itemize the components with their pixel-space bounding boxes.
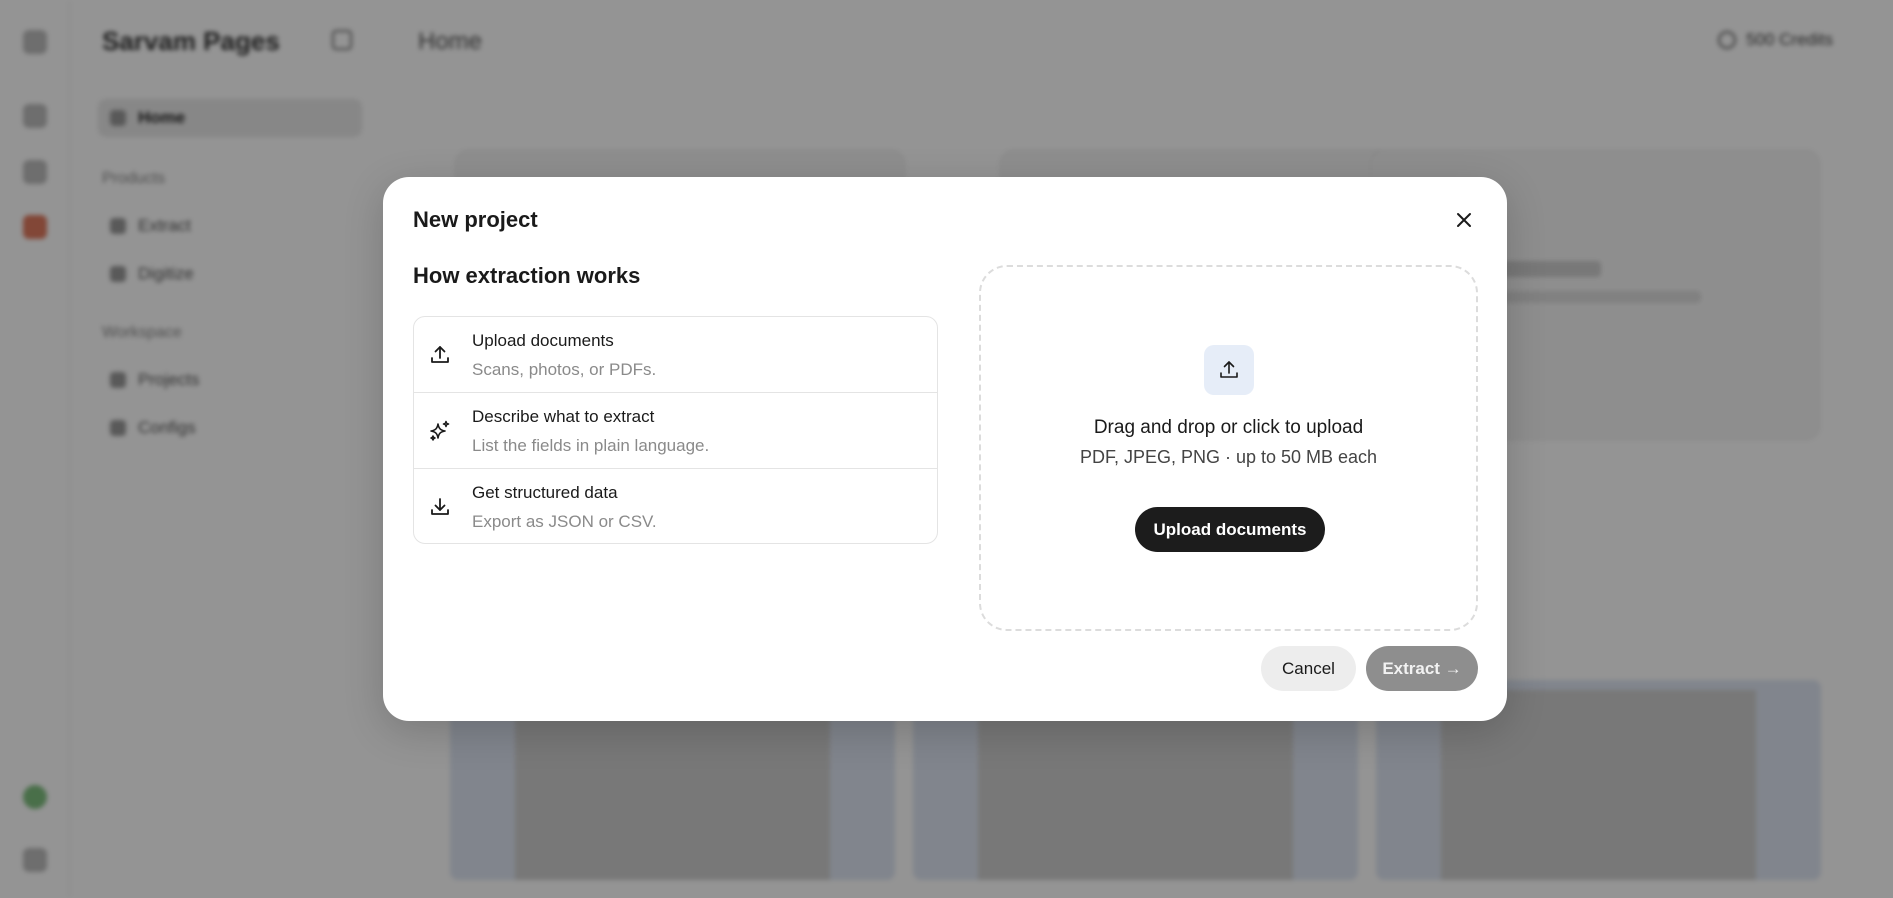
upload-icon	[1220, 361, 1238, 378]
steps-list: Upload documents Scans, photos, or PDFs.…	[413, 316, 938, 544]
step-title: Get structured data	[472, 483, 618, 502]
dropzone-icon-tile	[1204, 345, 1254, 395]
how-it-works-title: How extraction works	[413, 263, 641, 288]
dialog-title: New project	[413, 207, 538, 232]
step-describe: Describe what to extract List the fields…	[414, 393, 937, 469]
extract-button[interactable]: Extract →	[1366, 646, 1478, 691]
step-title: Upload documents	[472, 331, 614, 350]
dropzone-subtitle: PDF, JPEG, PNG · up to 50 MB each	[1079, 447, 1378, 467]
close-icon	[1457, 213, 1471, 227]
dropzone-title: Drag and drop or click to upload	[1093, 417, 1364, 438]
step-export: Get structured data Export as JSON or CS…	[414, 469, 937, 543]
step-description: List the fields in plain language.	[472, 436, 710, 455]
download-icon	[431, 498, 449, 515]
step-description: Export as JSON or CSV.	[472, 512, 657, 531]
step-upload: Upload documents Scans, photos, or PDFs.	[414, 317, 937, 393]
new-project-dialog: New project How extraction works Upload …	[383, 177, 1507, 721]
upload-documents-button[interactable]: Upload documents	[1135, 507, 1325, 552]
close-button[interactable]	[1451, 207, 1477, 233]
upload-icon	[431, 346, 449, 363]
upload-dropzone[interactable]: Drag and drop or click to upload PDF, JP…	[979, 265, 1478, 631]
cancel-button[interactable]: Cancel	[1261, 646, 1356, 691]
step-description: Scans, photos, or PDFs.	[472, 360, 657, 379]
step-title: Describe what to extract	[472, 407, 655, 426]
sparkle-icon	[430, 420, 450, 441]
